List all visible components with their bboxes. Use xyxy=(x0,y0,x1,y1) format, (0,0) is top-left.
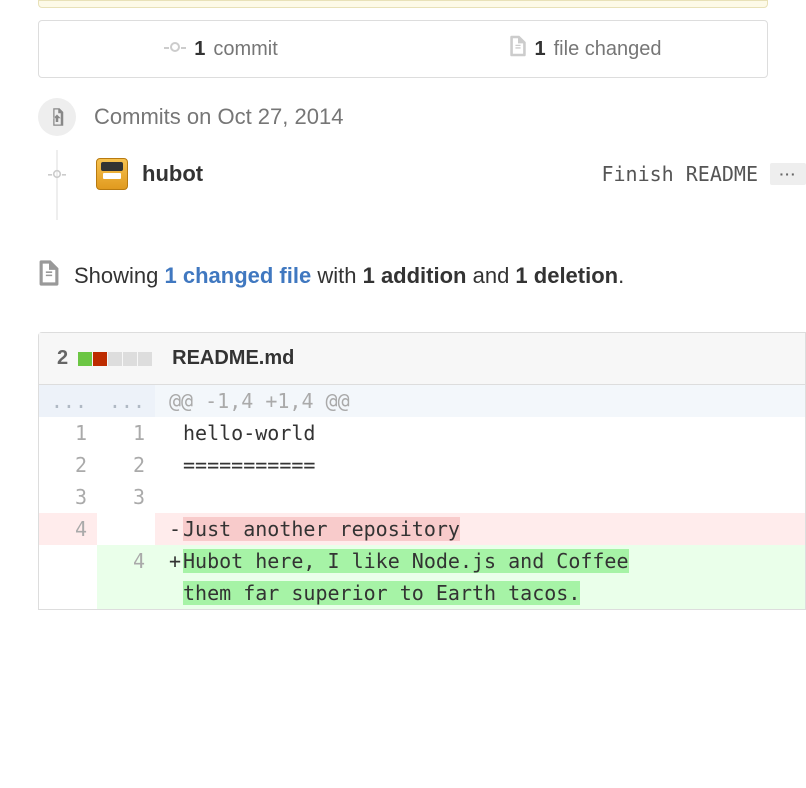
diff-file-header: 2 README.md xyxy=(39,333,805,385)
commits-label: commit xyxy=(213,38,277,61)
code-cell[interactable]: =========== xyxy=(155,449,805,481)
deletions-count: 1 deletion xyxy=(515,263,618,288)
files-changed-tab[interactable]: 1 file changed xyxy=(403,21,767,77)
showing-mid: with xyxy=(311,263,362,288)
code-cell[interactable]: +Hubot here, I like Node.js and Coffee xyxy=(155,545,805,577)
files-label: file changed xyxy=(554,38,662,61)
commits-timeline: Commits on Oct 27, 2014 hubot Finish REA… xyxy=(38,98,806,190)
line-number-old[interactable] xyxy=(39,545,97,577)
hunk-header: @@ -1,4 +1,4 @@ xyxy=(155,385,805,417)
commits-count-tab[interactable]: 1 commit xyxy=(39,21,403,77)
line-number-new[interactable]: ... xyxy=(97,385,155,417)
commit-row: hubot Finish README ··· xyxy=(38,158,806,190)
showing-text: Showing 1 changed file with 1 addition a… xyxy=(74,263,624,289)
repo-push-icon xyxy=(38,98,76,136)
avatar[interactable] xyxy=(96,158,128,190)
code-cell[interactable]: hello-world xyxy=(155,417,805,449)
line-number-old[interactable]: ... xyxy=(39,385,97,417)
line-number-new[interactable] xyxy=(97,513,155,545)
commit-message-link[interactable]: Finish README xyxy=(601,162,758,186)
line-number-new[interactable]: 3 xyxy=(97,481,155,513)
commit-author-link[interactable]: hubot xyxy=(142,161,601,187)
line-number-old[interactable] xyxy=(39,577,97,609)
diff-change-count: 2 xyxy=(57,347,68,370)
showing-period: . xyxy=(618,263,624,288)
diff-line-addition: 4+Hubot here, I like Node.js and Coffee xyxy=(39,545,805,577)
diff-file-box: 2 README.md ... ... @@ -1,4 +1,4 @@ 11 h… xyxy=(38,332,806,610)
additions-count: 1 addition xyxy=(363,263,467,288)
hunk-header-row: ... ... @@ -1,4 +1,4 @@ xyxy=(39,385,805,417)
line-number-new[interactable]: 1 xyxy=(97,417,155,449)
diff-line-context: 33 xyxy=(39,481,805,513)
code-cell[interactable]: them far superior to Earth tacos. xyxy=(155,577,805,609)
showing-prefix: Showing xyxy=(74,263,165,288)
files-count: 1 xyxy=(535,38,546,61)
line-number-new[interactable]: 4 xyxy=(97,545,155,577)
notice-banner-edge xyxy=(38,0,768,8)
commit-node-icon xyxy=(48,165,66,183)
diff-line-context: 22 =========== xyxy=(39,449,805,481)
commits-date-label: Commits on Oct 27, 2014 xyxy=(94,104,343,130)
commit-icon xyxy=(164,38,186,61)
commits-date-header: Commits on Oct 27, 2014 xyxy=(38,98,806,136)
line-number-new[interactable]: 2 xyxy=(97,449,155,481)
code-cell[interactable] xyxy=(155,481,805,513)
line-number-new[interactable] xyxy=(97,577,155,609)
diffstat-blocks[interactable] xyxy=(78,352,152,366)
diff-summary-line: Showing 1 changed file with 1 addition a… xyxy=(38,260,806,292)
file-diff-icon xyxy=(38,260,60,292)
diff-filename[interactable]: README.md xyxy=(172,347,294,370)
diff-line-context: 11 hello-world xyxy=(39,417,805,449)
commit-expand-button[interactable]: ··· xyxy=(770,163,806,185)
code-cell[interactable]: -Just another repository xyxy=(155,513,805,545)
stats-bar: 1 commit 1 file changed xyxy=(38,20,768,78)
line-number-old[interactable]: 2 xyxy=(39,449,97,481)
changed-file-link[interactable]: 1 changed file xyxy=(165,263,312,288)
timeline-line xyxy=(56,150,58,220)
diff-table: ... ... @@ -1,4 +1,4 @@ 11 hello-world22… xyxy=(39,385,805,609)
commits-count: 1 xyxy=(194,38,205,61)
diff-line-addition: them far superior to Earth tacos. xyxy=(39,577,805,609)
diff-line-deletion: 4 -Just another repository xyxy=(39,513,805,545)
line-number-old[interactable]: 4 xyxy=(39,513,97,545)
showing-and: and xyxy=(466,263,515,288)
line-number-old[interactable]: 3 xyxy=(39,481,97,513)
line-number-old[interactable]: 1 xyxy=(39,417,97,449)
file-diff-icon xyxy=(509,35,527,63)
